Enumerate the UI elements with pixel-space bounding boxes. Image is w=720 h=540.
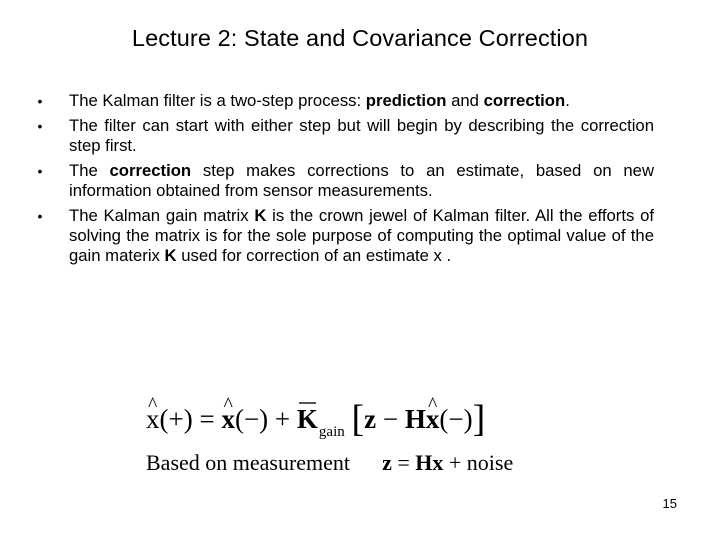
bullet-item: • The filter can start with either step b… (34, 116, 654, 156)
bold-term: prediction (365, 91, 447, 110)
gain-subscript: gain (318, 424, 345, 440)
text-segment: The Kalman filter is a two-step process: (69, 91, 366, 110)
bold-term: correction (109, 161, 192, 180)
bullet-icon: • (37, 93, 43, 109)
bullet-icon: • (37, 163, 43, 179)
bullet-icon: • (37, 118, 43, 134)
bullet-item: • The Kalman gain matrix K is the crown j… (34, 206, 654, 266)
hx-term: Hx (415, 450, 444, 475)
bullet-list: • The Kalman filter is a two-step process… (34, 91, 654, 271)
state-correction-equation: x(+) = x(−) + Kgain [z − Hx(−)] (146, 400, 513, 440)
x-hat-inner: x (426, 400, 440, 438)
text-segment: The Kalman gain matrix (69, 206, 255, 225)
slide-title: Lecture 2: State and Covariance Correcti… (131, 25, 589, 51)
measurement-z: z (382, 450, 392, 475)
page-number: 15 (662, 496, 677, 511)
text-segment: . (565, 91, 570, 110)
prior-arg: (−) (234, 404, 269, 434)
text-segment: The (69, 161, 110, 180)
minus-sign: − (376, 404, 405, 434)
bullet-text: The filter can start with either step bu… (69, 116, 654, 155)
bullet-text: The Kalman gain matrix K is the crown je… (69, 206, 654, 265)
bullet-text: The correction step makes corrections to… (69, 161, 654, 200)
measurement-equation: Based on measurement z = Hx + noise (146, 450, 513, 476)
posterior-arg: (+) (159, 404, 193, 434)
bullet-item: • The Kalman filter is a two-step process… (34, 91, 654, 111)
noise-term: + noise (443, 450, 514, 475)
bracket-open: [ (351, 398, 365, 440)
plus-sign: + (268, 404, 297, 434)
text-segment: The filter can start with either step bu… (69, 116, 654, 155)
measurement-z: z (364, 404, 377, 434)
text-segment: used for correction of an estimate x . (176, 246, 452, 265)
inner-arg: (−) (439, 404, 473, 434)
text-segment: and (446, 91, 484, 110)
measurement-label: Based on measurement (146, 450, 351, 475)
equals-sign: = (391, 450, 416, 475)
equals-sign: = (192, 404, 222, 434)
bracket-close: ] (472, 398, 486, 440)
bold-term: K (164, 246, 177, 265)
observation-matrix-H: H (404, 404, 426, 434)
bold-term: correction (483, 91, 566, 110)
x-hat-posterior: x (146, 400, 160, 438)
formula-block: x(+) = x(−) + Kgain [z − Hx(−)] Based on… (146, 400, 513, 476)
bullet-icon: • (37, 208, 43, 224)
x-hat-prior: x (221, 400, 235, 438)
bullet-item: • The correction step makes corrections t… (34, 161, 654, 201)
bold-term: K (254, 206, 267, 225)
bullet-text: The Kalman filter is a two-step process:… (69, 91, 570, 110)
kalman-gain-symbol: K (297, 400, 318, 438)
